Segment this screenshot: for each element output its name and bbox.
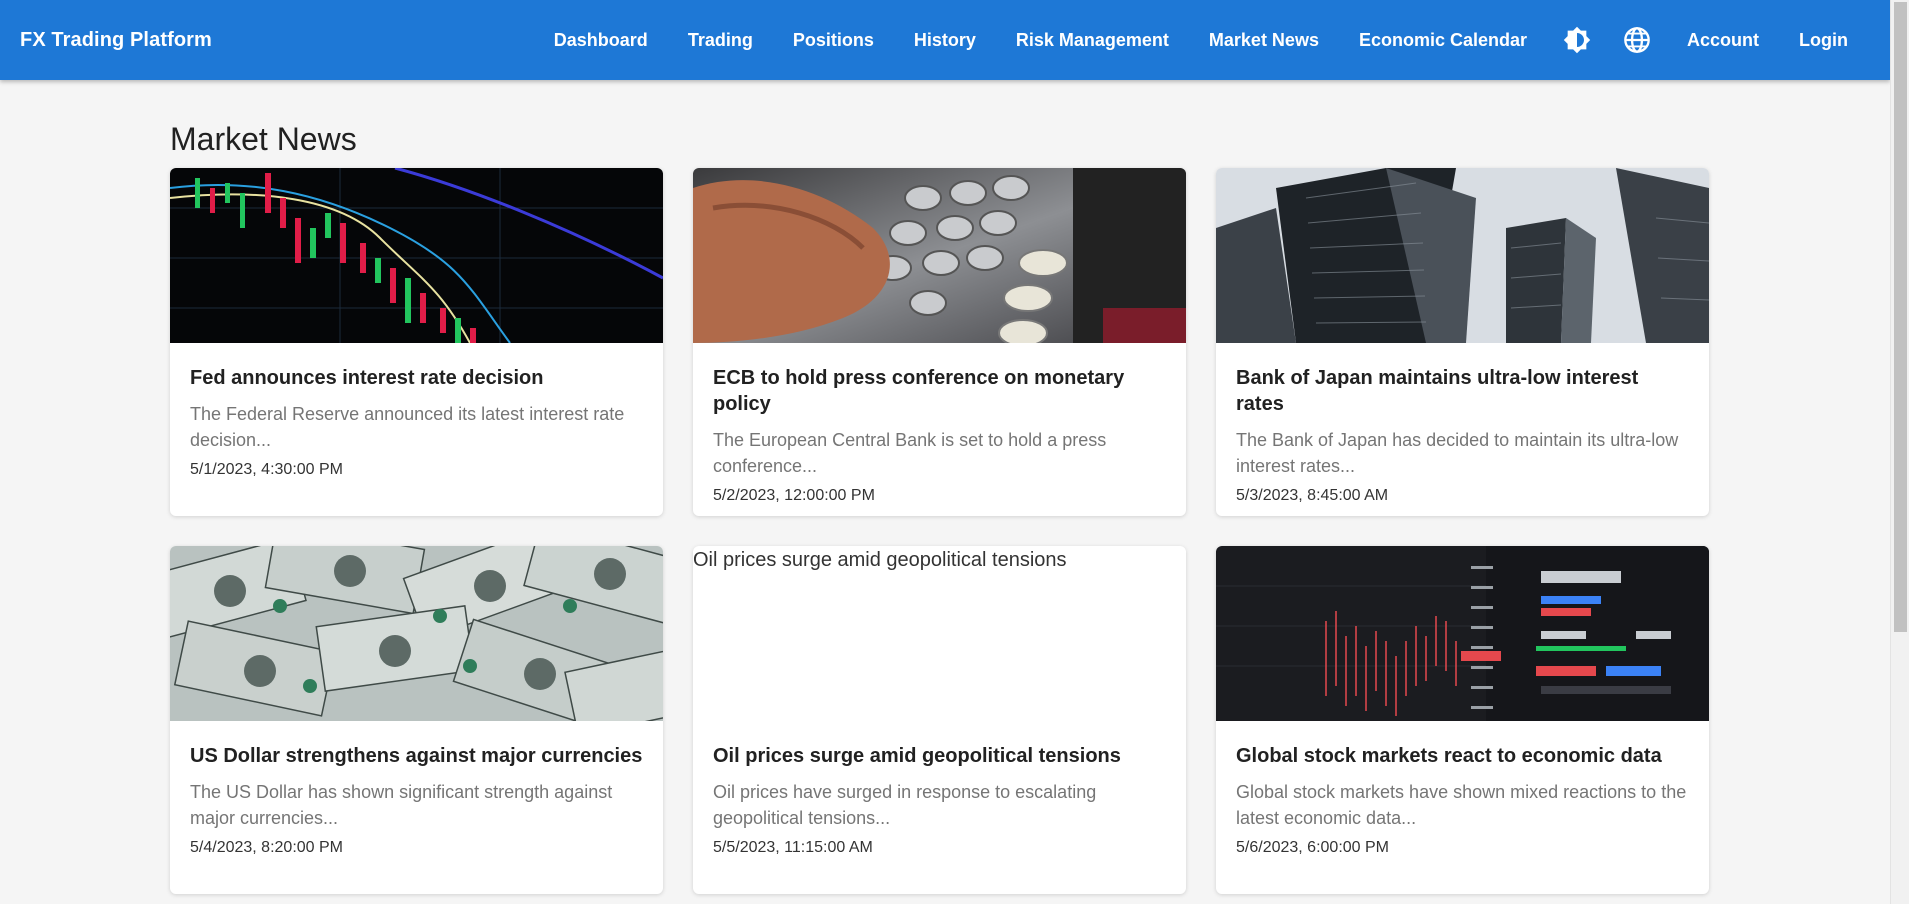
card-summary: The Federal Reserve announced its latest… — [190, 404, 625, 450]
dollar-bills-photo — [170, 546, 663, 721]
trading-terminal-photo — [1216, 546, 1709, 721]
card-date: 5/6/2023, 6:00:00 PM — [1236, 839, 1389, 856]
scrollbar-thumb[interactable] — [1894, 2, 1907, 632]
card-date: 5/5/2023, 11:15:00 AM — [713, 839, 873, 856]
card-date: 5/4/2023, 8:20:00 PM — [190, 839, 343, 856]
main-nav: Dashboard Trading Positions History Risk… — [534, 0, 1860, 80]
broken-image-alt-text: Oil prices surge amid geopolitical tensi… — [693, 549, 1067, 571]
news-card[interactable]: Fed announces interest rate decision The… — [170, 168, 663, 516]
news-card[interactable]: ECB to hold press conference on monetary… — [693, 168, 1186, 516]
card-title[interactable]: US Dollar strengthens against major curr… — [190, 743, 643, 769]
card-title[interactable]: ECB to hold press conference on monetary… — [713, 365, 1166, 417]
app-bar: FX Trading Platform Dashboard Trading Po… — [0, 0, 1890, 80]
news-card[interactable]: Oil prices surge amid geopolitical tensi… — [693, 546, 1186, 894]
news-card[interactable]: US Dollar strengthens against major curr… — [170, 546, 663, 894]
nav-positions[interactable]: Positions — [773, 30, 894, 51]
card-title[interactable]: Oil prices surge amid geopolitical tensi… — [713, 743, 1166, 769]
language-globe-icon[interactable] — [1607, 10, 1667, 70]
page-title: Market News — [170, 121, 357, 157]
app-title[interactable]: FX Trading Platform — [20, 29, 212, 52]
nav-risk-management[interactable]: Risk Management — [996, 30, 1189, 51]
card-summary: Global stock markets have shown mixed re… — [1236, 782, 1687, 828]
card-summary: Oil prices have surged in response to es… — [713, 782, 1097, 828]
skyscrapers-photo — [1216, 168, 1709, 343]
nav-trading[interactable]: Trading — [668, 30, 773, 51]
news-card[interactable]: Global stock markets react to economic d… — [1216, 546, 1709, 894]
card-summary: The European Central Bank is set to hold… — [713, 430, 1107, 476]
card-date: 5/3/2023, 8:45:00 AM — [1236, 487, 1389, 504]
market-news-page: Market News Fed announces interest rate … — [170, 80, 1710, 894]
nav-market-news[interactable]: Market News — [1189, 30, 1339, 51]
news-card[interactable]: Bank of Japan maintains ultra-low intere… — [1216, 168, 1709, 516]
nav-account[interactable]: Account — [1667, 30, 1779, 51]
card-title[interactable]: Global stock markets react to economic d… — [1236, 743, 1689, 769]
nav-dashboard[interactable]: Dashboard — [534, 30, 668, 51]
nav-login[interactable]: Login — [1779, 30, 1860, 51]
card-summary: The Bank of Japan has decided to maintai… — [1236, 430, 1679, 476]
card-title[interactable]: Fed announces interest rate decision — [190, 365, 643, 391]
page-scrollbar[interactable] — [1890, 0, 1909, 904]
news-grid: Fed announces interest rate decision The… — [170, 168, 1710, 894]
atm-keypad-photo — [693, 168, 1186, 343]
card-summary: The US Dollar has shown significant stre… — [190, 782, 613, 828]
theme-toggle-icon[interactable] — [1547, 10, 1607, 70]
nav-economic-calendar[interactable]: Economic Calendar — [1339, 30, 1547, 51]
card-date: 5/2/2023, 12:00:00 PM — [713, 487, 875, 504]
nav-history[interactable]: History — [894, 30, 996, 51]
card-title[interactable]: Bank of Japan maintains ultra-low intere… — [1236, 365, 1689, 417]
card-date: 5/1/2023, 4:30:00 PM — [190, 461, 343, 478]
candlestick-chart-photo — [170, 168, 663, 343]
